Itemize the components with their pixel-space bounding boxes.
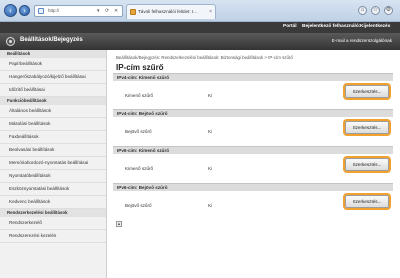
- filter-value: Ki: [208, 129, 213, 134]
- section-heading: IPv6-cím: Bejövő szűrő: [113, 183, 393, 191]
- portal-bar: Portál Bejelentkező felhasználó: Kijelen…: [0, 22, 400, 33]
- filter-value: Ki: [208, 203, 213, 208]
- sidebar-item-system-manager[interactable]: Rendszerkezelő: [0, 217, 106, 230]
- login-user-label: Bejelentkező felhasználó:: [302, 24, 361, 29]
- page-header-title: Beállítások/Bejegyzés: [20, 37, 83, 43]
- address-bar[interactable]: http:// ▾ ⟳ ✕: [34, 5, 123, 17]
- section-heading: IPv6-cím: Kimenő szűrő: [113, 146, 393, 154]
- main-content: Beállítások/Bejegyzés: Rendszerkezelési …: [108, 50, 400, 278]
- sidebar-item-scan[interactable]: Beolvasási beállítások: [0, 144, 106, 157]
- filter-label: Kimenő szűrő: [125, 166, 154, 171]
- sidebar-item-system-management[interactable]: Rendszerezési kezelés: [0, 230, 106, 243]
- sidebar-item-timer[interactable]: Időzítő beállításai: [0, 84, 106, 97]
- sidebar-item-device-print[interactable]: Eszköznyomtatási beállítások: [0, 183, 106, 196]
- sidebar-item-printer[interactable]: Nyomtatóbeállítások: [0, 170, 106, 183]
- filter-label: Kimenő szűrő: [125, 93, 154, 98]
- sidebar-item-paper[interactable]: Papírbeállítások: [0, 58, 106, 71]
- email-admin-link[interactable]: E-mail a rendszerszolgálónak: [332, 38, 392, 43]
- back-to-top-icon[interactable]: ▲: [116, 221, 122, 227]
- sidebar-item-favorites[interactable]: Kedvenc beállítások: [0, 196, 106, 209]
- section-heading: IPv4-cím: Kimenő szűrő: [113, 73, 393, 81]
- stop-icon[interactable]: ✕: [114, 6, 118, 16]
- sidebar-heading-system: Rendszerkezelési beállítások: [0, 209, 106, 217]
- home-icon[interactable]: ⌂: [358, 6, 367, 15]
- settings-logo-icon: [6, 37, 15, 46]
- sidebar-item-fax[interactable]: Faxbeállítások: [0, 131, 106, 144]
- edit-ipv6-inbound-button[interactable]: Szerkesztés...: [345, 195, 389, 208]
- sidebar-heading-functions: Funkcióbeállítások: [0, 97, 106, 105]
- sidebar-item-memory-print[interactable]: Memóriahordozó-nyomtatás beállításai: [0, 157, 106, 170]
- app-header: Beállítások/Bejegyzés E-mail a rendszers…: [0, 33, 400, 50]
- edit-ipv4-outbound-button[interactable]: Szerkesztés...: [345, 85, 389, 98]
- filter-label: Bejövő szűrő: [125, 203, 152, 208]
- tab-favicon-icon: [130, 9, 136, 15]
- section-ipv4-outbound: IPv4-cím: Kimenő szűrő Kimenő szűrő Ki S…: [113, 73, 393, 106]
- sidebar: Beállítások Papírbeállítások Hangerőszab…: [0, 50, 107, 278]
- refresh-icon[interactable]: ⟳: [105, 6, 109, 16]
- sidebar-heading-settings: Beállítások: [0, 50, 106, 58]
- tab-title: Távoli felhasználói felület: I...: [138, 9, 197, 14]
- breadcrumb: Beállítások/Bejegyzés: Rendszerkezelési …: [116, 55, 293, 60]
- edit-ipv4-inbound-button[interactable]: Szerkesztés...: [345, 121, 389, 134]
- filter-value: Ki: [208, 166, 213, 171]
- sidebar-item-volume-display[interactable]: Hangerőszabályozó/kijelző beállításai: [0, 71, 106, 84]
- section-ipv6-outbound: IPv6-cím: Kimenő szűrő Kimenő szűrő Ki S…: [113, 146, 393, 179]
- edit-ipv6-outbound-button[interactable]: Szerkesztés...: [345, 158, 389, 171]
- browser-titlebar: ‹ › http:// ▾ ⟳ ✕ Távoli felhasználói fe…: [0, 0, 400, 22]
- page-icon: [38, 8, 44, 14]
- tab-close-icon[interactable]: ×: [209, 5, 212, 19]
- page-title: IP-cím szűrő: [116, 63, 164, 72]
- sidebar-item-copy[interactable]: Másolási beállítások: [0, 118, 106, 131]
- sidebar-item-general[interactable]: Általános beállítások: [0, 105, 106, 118]
- section-heading: IPv4-cím: Bejövő szűrő: [113, 109, 393, 117]
- portal-link[interactable]: Portál: [283, 24, 297, 29]
- section-ipv4-inbound: IPv4-cím: Bejövő szűrő Bejövő szűrő Ki S…: [113, 109, 393, 142]
- section-ipv6-inbound: IPv6-cím: Bejövő szűrő Bejövő szűrő Ki S…: [113, 183, 393, 216]
- filter-label: Bejövő szűrő: [125, 129, 152, 134]
- filter-value: Ki: [208, 93, 213, 98]
- favorites-star-icon[interactable]: ☆: [371, 6, 380, 15]
- search-dropdown-icon[interactable]: ▾: [97, 6, 100, 16]
- gear-icon[interactable]: ⚙: [384, 6, 393, 15]
- back-arrow-icon[interactable]: ‹: [4, 4, 17, 17]
- tab-remote-ui[interactable]: Távoli felhasználói felület: I... ×: [126, 4, 216, 19]
- forward-arrow-icon[interactable]: ›: [19, 5, 30, 16]
- logout-link[interactable]: Kijelentkezés: [360, 24, 390, 29]
- url-text: http://: [48, 8, 60, 13]
